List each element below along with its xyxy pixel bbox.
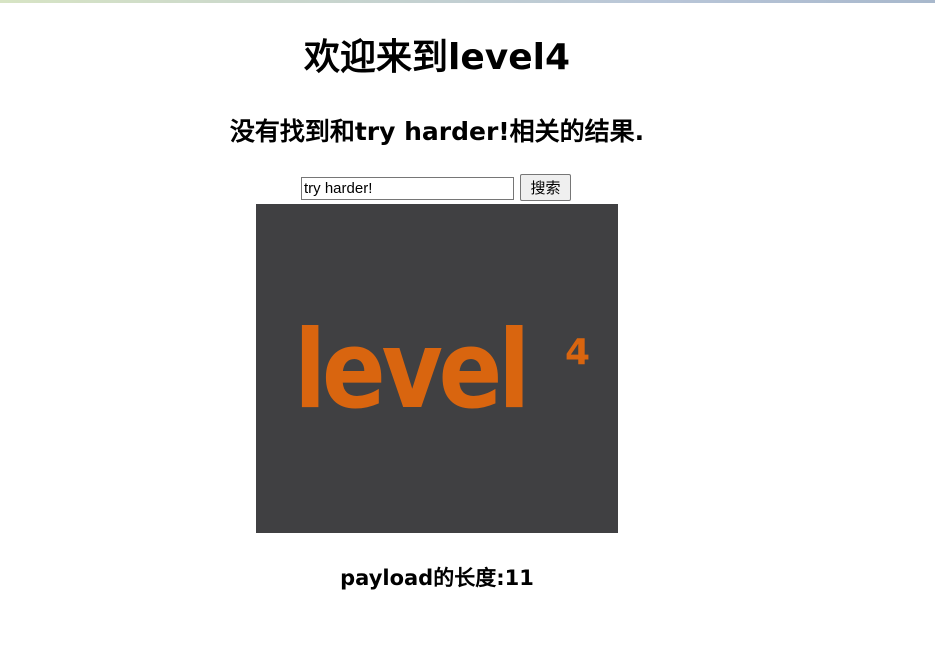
- payload-length-label: payload的长度:11: [340, 566, 534, 590]
- level4-logo-image: level 4: [256, 204, 618, 533]
- search-input[interactable]: [301, 177, 514, 200]
- logo-superscript: 4: [565, 332, 590, 373]
- search-result-message: 没有找到和try harder!相关的结果.: [229, 117, 645, 146]
- page-title: 欢迎来到level4: [303, 37, 571, 78]
- level4-logo-graphic: level 4: [294, 308, 590, 433]
- logo-wordmark: level: [294, 308, 526, 433]
- page: 欢迎来到level4 没有找到和try harder!相关的结果. 搜索 lev…: [0, 0, 935, 661]
- search-button[interactable]: 搜索: [520, 174, 571, 201]
